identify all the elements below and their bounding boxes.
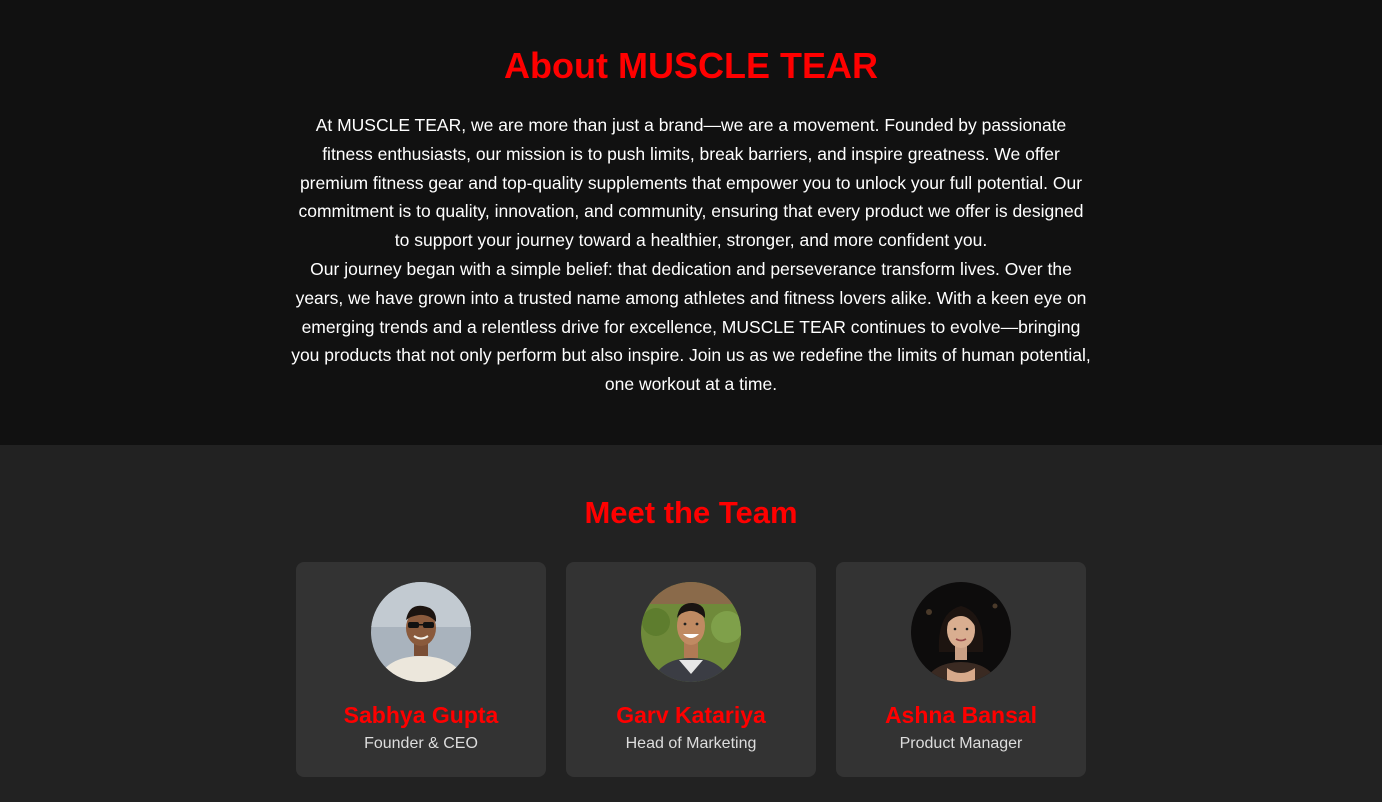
avatar	[371, 582, 471, 682]
team-section: Meet the Team Sabhya Gupta Founder & CEO…	[0, 445, 1382, 802]
member-name: Sabhya Gupta	[343, 702, 499, 728]
member-role: Product Manager	[899, 735, 1023, 752]
avatar-photo	[371, 582, 471, 682]
about-title: About MUSCLE TEAR	[504, 45, 878, 86]
about-text: At MUSCLE TEAR, we are more than just a …	[291, 111, 1091, 399]
about-paragraph-2: Our journey began with a simple belief: …	[291, 258, 1091, 395]
about-section: About MUSCLE TEAR At MUSCLE TEAR, we are…	[0, 0, 1382, 445]
avatar	[911, 582, 1011, 682]
team-card-ashna-bansal: Ashna Bansal Product Manager	[836, 562, 1086, 777]
team-cards: Sabhya Gupta Founder & CEO Garv Katariya…	[0, 562, 1382, 777]
avatar-photo	[641, 582, 741, 682]
member-role: Head of Marketing	[625, 735, 757, 752]
team-card-sabhya-gupta: Sabhya Gupta Founder & CEO	[296, 562, 546, 777]
member-name: Ashna Bansal	[884, 702, 1038, 728]
member-role: Founder & CEO	[364, 735, 478, 752]
team-title: Meet the Team	[584, 495, 798, 530]
about-paragraph-1: At MUSCLE TEAR, we are more than just a …	[298, 115, 1084, 251]
member-name: Garv Katariya	[616, 702, 766, 728]
avatar-photo	[911, 582, 1011, 682]
avatar	[641, 582, 741, 682]
team-card-garv-katariya: Garv Katariya Head of Marketing	[566, 562, 816, 777]
